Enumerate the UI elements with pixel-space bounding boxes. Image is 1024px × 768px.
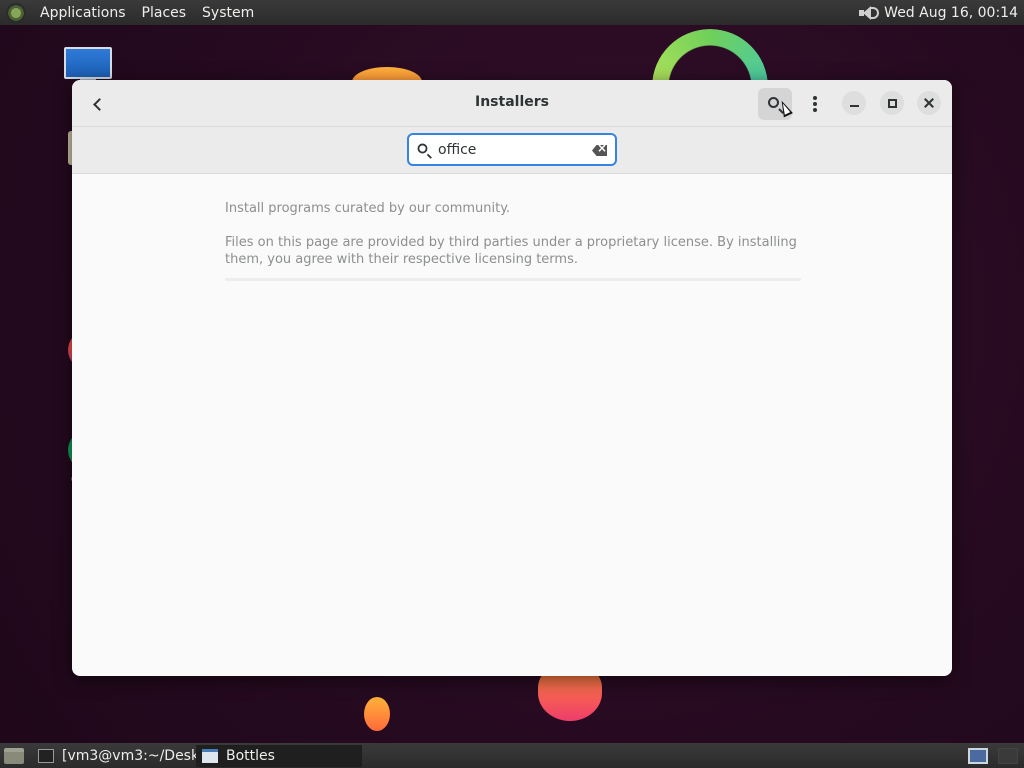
vertical-dots-icon xyxy=(813,96,817,112)
clear-search-icon[interactable] xyxy=(592,145,607,156)
installers-window: Installers Install programs curated by o… xyxy=(72,80,952,676)
search-input[interactable] xyxy=(438,141,578,158)
taskbar-item-label: [vm3@vm3:~/Deskt... xyxy=(62,747,196,764)
headerbar: Installers xyxy=(72,80,952,127)
search-bar xyxy=(72,127,952,174)
distro-logo-icon[interactable] xyxy=(6,2,26,23)
minimize-icon xyxy=(849,105,859,107)
close-button[interactable] xyxy=(917,91,941,115)
search-entry[interactable] xyxy=(407,133,617,166)
menu-applications[interactable]: Applications xyxy=(32,5,134,21)
speaker-icon[interactable] xyxy=(858,5,880,21)
panel-clock[interactable]: Wed Aug 16, 00:14 xyxy=(884,5,1018,21)
workspace-1-button[interactable] xyxy=(968,747,988,764)
main-menu-button[interactable] xyxy=(798,88,832,120)
close-icon xyxy=(924,98,934,108)
window-icon xyxy=(202,748,218,763)
terminal-icon xyxy=(38,748,54,763)
show-desktop-icon[interactable] xyxy=(4,747,24,764)
menu-places[interactable]: Places xyxy=(134,5,195,21)
menu-system[interactable]: System xyxy=(194,5,262,21)
taskbar-item-label: Bottles xyxy=(226,747,275,764)
license-note: Files on this page are provided by third… xyxy=(225,235,797,267)
workspace-2-button[interactable] xyxy=(998,747,1018,764)
installers-description: Install programs curated by our communit… xyxy=(225,201,511,216)
installers-content: Install programs curated by our communit… xyxy=(225,200,801,281)
wallpaper-blob-shape xyxy=(364,697,390,731)
minimize-button[interactable] xyxy=(842,91,866,115)
divider xyxy=(225,278,801,281)
top-panel: Applications Places System Wed Aug 16, 0… xyxy=(0,0,1024,25)
search-icon xyxy=(417,143,428,153)
maximize-button[interactable] xyxy=(880,91,904,115)
taskbar-item-bottles[interactable]: Bottles xyxy=(196,744,362,767)
taskbar-item-terminal[interactable]: [vm3@vm3:~/Deskt... xyxy=(32,745,196,767)
maximize-icon xyxy=(887,98,897,108)
bottom-panel: [vm3@vm3:~/Deskt... Bottles xyxy=(0,743,1024,768)
